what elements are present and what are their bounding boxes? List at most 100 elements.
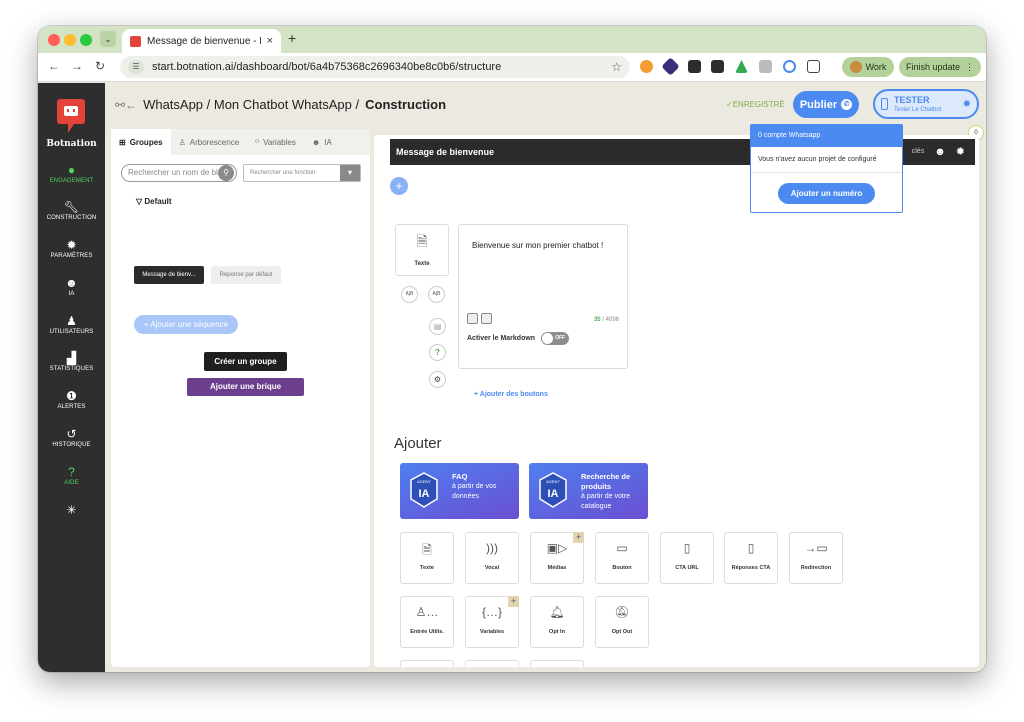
markdown-toggle[interactable]: OFF <box>541 332 570 345</box>
brick-opt-in[interactable]: 🔔︎ Opt In <box>530 596 584 648</box>
brick-texte[interactable]: 🗎︎ Texte <box>400 532 454 584</box>
media-icon: ▣▷ <box>546 541 568 555</box>
site-settings-icon[interactable]: ☰ <box>128 60 144 74</box>
brick-variables[interactable]: {…} Variables + <box>465 596 519 648</box>
brick-reponses-cta[interactable]: ▯ Réponses CTA <box>724 532 778 584</box>
extension-diamond-icon[interactable] <box>661 57 680 76</box>
sidebar-item-historique[interactable]: ↺ HISTORIQUE <box>38 427 105 448</box>
tab-arborescence[interactable]: ♙ Arborescence <box>171 129 248 155</box>
comment-icon[interactable]: ▤ <box>429 318 446 335</box>
robot-icon[interactable]: ☻ <box>934 139 946 165</box>
sidebar-item-ia[interactable]: ☻ IA <box>38 276 105 297</box>
brick-label: Opt In <box>549 629 565 635</box>
brick-cta-url[interactable]: ▯ CTA URL <box>660 532 714 584</box>
url-text[interactable]: start.botnation.ai/dashboard/bot/6a4b753… <box>152 61 603 73</box>
camera-icon[interactable] <box>759 60 772 73</box>
browser-tab[interactable]: Message de bienvenue - Mon × <box>122 29 281 53</box>
block-title[interactable]: Message de bienvenue <box>396 147 494 157</box>
brick-more-1[interactable] <box>400 660 454 667</box>
ab-test-add-icon[interactable]: A|B <box>401 286 418 303</box>
app-header: ⚯← WhatsApp / Mon Chatbot WhatsApp / Con… <box>105 83 986 129</box>
history-icon: ↺ <box>66 427 77 441</box>
brick-redirection[interactable]: →▭ Redirection <box>789 532 843 584</box>
sidebar-item-engagement[interactable]: ● ENGAGEMENT <box>38 163 105 184</box>
sidebar-item-utilisateurs[interactable]: ♟ UTILISATEURS <box>38 314 105 335</box>
sidebar-item-parametres[interactable]: ✹ PARAMÈTRES <box>38 238 105 259</box>
ab-test-icon[interactable]: A|B <box>428 286 445 303</box>
brick-more-2[interactable] <box>465 660 519 667</box>
brick-entree-utilis[interactable]: ♙… Entrée Utilis. <box>400 596 454 648</box>
sidebar-item-extra[interactable]: ✳ <box>38 503 105 518</box>
tab-close-icon[interactable]: × <box>267 35 273 47</box>
extension-badge-icon[interactable] <box>688 60 701 73</box>
agent-desc: à partir de votre catalogue <box>581 493 631 510</box>
create-group-button[interactable]: Créer un groupe <box>204 352 287 371</box>
char-count-max: / 4096 <box>602 317 619 323</box>
reload-icon[interactable]: ↻ <box>95 59 105 73</box>
brick-label: Variables <box>479 629 505 635</box>
sidebar-item-statistiques[interactable]: ▟ STATISTIQUES <box>38 351 105 372</box>
extension-circle-icon[interactable] <box>783 60 796 73</box>
flow-back-icon[interactable]: ⚯← <box>115 98 137 112</box>
tab-groupes[interactable]: ⊞ Groupes <box>111 129 171 155</box>
extensions-puzzle-icon[interactable] <box>807 60 820 73</box>
back-icon[interactable]: ← <box>48 59 60 73</box>
add-section-title: Ajouter <box>394 435 442 452</box>
brick-more-3[interactable] <box>530 660 584 667</box>
brick-opt-out[interactable]: 🔕︎ Opt Out <box>595 596 649 648</box>
add-block-plus-icon[interactable]: + <box>390 177 408 195</box>
add-sequence-button[interactable]: + Ajouter une séquence <box>134 315 238 334</box>
emoji-icon[interactable] <box>481 313 492 324</box>
address-bar[interactable]: ☰ start.botnation.ai/dashboard/bot/6a4b7… <box>120 56 630 78</box>
block-message-bienvenue[interactable]: Message de bienv... <box>134 266 204 284</box>
brick-vocal[interactable]: ))) Vocal <box>465 532 519 584</box>
botnation-favicon-icon <box>130 35 141 47</box>
profile-button[interactable]: Work <box>842 57 894 77</box>
message-editor[interactable]: Bienvenue sur mon premier chatbot ! 35 /… <box>458 224 628 369</box>
add-buttons-link[interactable]: + Ajouter des boutons <box>474 391 548 398</box>
search-icon[interactable]: ⚲ <box>218 165 234 181</box>
publish-button[interactable]: Publier ✆ <box>793 91 859 118</box>
sidebar-item-alertes[interactable]: ❶ ALERTES <box>38 389 105 410</box>
add-brick-button[interactable]: Ajouter une brique <box>187 378 304 396</box>
brick-medias[interactable]: ▣▷ Médias + <box>530 532 584 584</box>
toggle-knob <box>542 333 554 344</box>
gear-icon[interactable]: ✹ <box>963 99 971 110</box>
finish-update-button[interactable]: Finish update ⋮ <box>899 57 981 77</box>
saved-status: ✓ENREGISTRÉ <box>726 100 785 109</box>
add-number-button[interactable]: Ajouter un numéro <box>778 183 875 204</box>
tester-button[interactable]: TESTER Tester Le Chatbot ✹ <box>873 89 979 119</box>
brick-bouton[interactable]: ▭ Bouton <box>595 532 649 584</box>
message-text[interactable]: Bienvenue sur mon premier chatbot ! <box>472 241 603 250</box>
tab-label: Variables <box>263 137 296 147</box>
tab-variables[interactable]: ⁽⁾ Variables <box>247 129 304 155</box>
sidebar-item-construction[interactable]: 🔧︎ CONSTRUCTION <box>38 200 105 221</box>
text-brick-card[interactable]: 🗎︎ Texte <box>395 224 449 276</box>
bookmark-star-icon[interactable]: ☆ <box>611 60 622 74</box>
botnation-logo-icon[interactable] <box>56 97 86 135</box>
minimize-window-button[interactable] <box>64 34 76 46</box>
function-select[interactable]: Rechercher une fonction ▾ <box>243 164 361 182</box>
plus-icon[interactable]: + <box>573 532 584 543</box>
drive-icon[interactable] <box>735 60 748 73</box>
close-window-button[interactable] <box>48 34 60 46</box>
maximize-window-button[interactable] <box>80 34 92 46</box>
extension-f-icon[interactable] <box>711 60 724 73</box>
gear-icon[interactable]: ✹ <box>956 139 965 165</box>
tab-ia[interactable]: ☻ IA <box>304 129 340 155</box>
plus-icon: + <box>143 320 149 329</box>
group-default[interactable]: ▽ Default <box>136 197 172 206</box>
agent-faq-card[interactable]: AGENT IA FAQ à partir de vos données <box>400 463 519 519</box>
settings-icon[interactable]: ⚙ <box>429 371 446 388</box>
breadcrumb-path[interactable]: WhatsApp / Mon Chatbot WhatsApp / <box>143 97 359 112</box>
keyboard-icon[interactable] <box>467 313 478 324</box>
agent-product-search-card[interactable]: AGENT IA Recherche de produits à partir … <box>529 463 648 519</box>
block-reponse-defaut[interactable]: Réponse par défaut <box>211 266 281 284</box>
extension-orange-icon[interactable] <box>640 60 653 73</box>
plus-icon[interactable]: + <box>508 596 519 607</box>
tab-search-chevron-icon[interactable]: ⌄ <box>100 31 116 47</box>
sidebar-item-aide[interactable]: ? AIDE <box>38 465 105 486</box>
help-icon[interactable]: ? <box>429 344 446 361</box>
new-tab-button[interactable]: + <box>288 30 296 46</box>
forward-icon[interactable]: → <box>71 59 83 73</box>
